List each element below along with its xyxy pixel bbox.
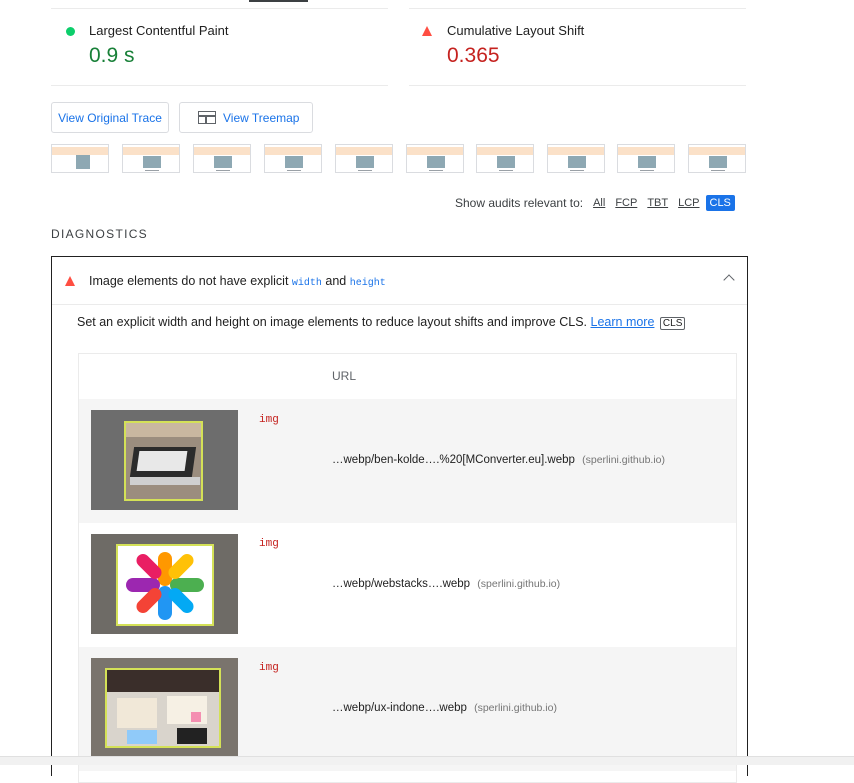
audit-description: Set an explicit width and height on imag… — [77, 315, 686, 330]
filmstrip-frame — [547, 144, 605, 173]
metric-cls: Cumulative Layout Shift 0.365 — [409, 8, 746, 86]
thumbnail-image — [91, 410, 238, 510]
element-snippet: img — [259, 414, 279, 426]
filter-tbt[interactable]: TBT — [647, 197, 668, 209]
url-text: …webp/webstacks….webp — [332, 578, 471, 590]
thumbnail-image — [91, 658, 238, 758]
table-row: img …webp/webstacks….webp (sperlini.gith… — [79, 523, 736, 647]
metric-value: 0.9 s — [89, 44, 135, 67]
view-original-trace-button[interactable]: View Original Trace — [51, 102, 169, 133]
button-label: View Original Trace — [58, 110, 162, 125]
filter-all[interactable]: All — [593, 197, 605, 209]
column-header-url: URL — [332, 369, 357, 383]
audit-title-text: Image elements do not have explicit — [89, 274, 289, 288]
table-row: img …webp/ben-kolde….%20[MConverter.eu].… — [79, 399, 736, 523]
tab-indicator — [249, 0, 308, 2]
cls-tag: CLS — [659, 317, 686, 330]
filmstrip-frame — [476, 144, 534, 173]
filmstrip-frame — [406, 144, 464, 173]
section-title: DIAGNOSTICS — [51, 227, 148, 241]
audit-unsized-images: Image elements do not have explicit widt… — [51, 256, 748, 783]
filter-cls[interactable]: CLS — [705, 195, 735, 211]
url-origin: (sperlini.github.io) — [582, 454, 665, 466]
filmstrip-frame — [688, 144, 746, 173]
button-label: View Treemap — [223, 110, 300, 125]
metric-value: 0.365 — [447, 44, 500, 67]
url-text: …webp/ben-kolde….%20[MConverter.eu].webp — [332, 454, 575, 466]
audit-filter: Show audits relevant to: All FCP TBT LCP… — [455, 195, 735, 211]
filmstrip-frame — [122, 144, 180, 173]
code-height: height — [349, 278, 386, 289]
metric-label: Largest Contentful Paint — [89, 23, 229, 38]
element-snippet: img — [259, 538, 279, 550]
filmstrip-frame — [193, 144, 251, 173]
element-snippet: img — [259, 662, 279, 674]
fail-icon — [65, 276, 75, 286]
url-origin: (sperlini.github.io) — [477, 578, 561, 590]
filter-fcp[interactable]: FCP — [615, 197, 637, 209]
pass-icon — [66, 27, 75, 36]
audit-filter-label: Show audits relevant to: — [455, 196, 584, 210]
fail-icon — [422, 26, 432, 36]
audit-title: Image elements do not have explicit widt… — [89, 274, 386, 289]
learn-more-link[interactable]: Learn more — [591, 315, 655, 329]
filmstrip-frame — [335, 144, 393, 173]
resource-url: …webp/ben-kolde….%20[MConverter.eu].webp… — [332, 454, 665, 466]
code-width: width — [291, 278, 322, 289]
audit-header[interactable]: Image elements do not have explicit widt… — [52, 257, 747, 305]
filmstrip-frame — [264, 144, 322, 173]
thumbnail-image — [91, 534, 238, 634]
url-origin: (sperlini.github.io) — [474, 702, 557, 714]
treemap-icon — [198, 111, 216, 124]
audit-table: URL img …webp/ben-kolde….%20[MConverter.… — [78, 353, 737, 783]
filmstrip — [51, 144, 747, 174]
metric-lcp: Largest Contentful Paint 0.9 s — [51, 8, 388, 86]
resource-url: …webp/ux-indone….webp (sperlini.github.i… — [332, 702, 557, 714]
audit-title-and: and — [325, 274, 347, 288]
chevron-up-icon[interactable] — [723, 274, 735, 286]
filmstrip-frame — [617, 144, 675, 173]
table-row: img …webp/ux-indone….webp (sperlini.gith… — [79, 647, 736, 771]
resource-url: …webp/webstacks….webp (sperlini.github.i… — [332, 578, 560, 590]
view-treemap-button[interactable]: View Treemap — [179, 102, 313, 133]
filter-lcp[interactable]: LCP — [678, 197, 699, 209]
description-text: Set an explicit width and height on imag… — [77, 315, 588, 329]
url-text: …webp/ux-indone….webp — [332, 702, 467, 714]
filmstrip-frame — [51, 144, 109, 173]
metric-label: Cumulative Layout Shift — [447, 23, 585, 38]
